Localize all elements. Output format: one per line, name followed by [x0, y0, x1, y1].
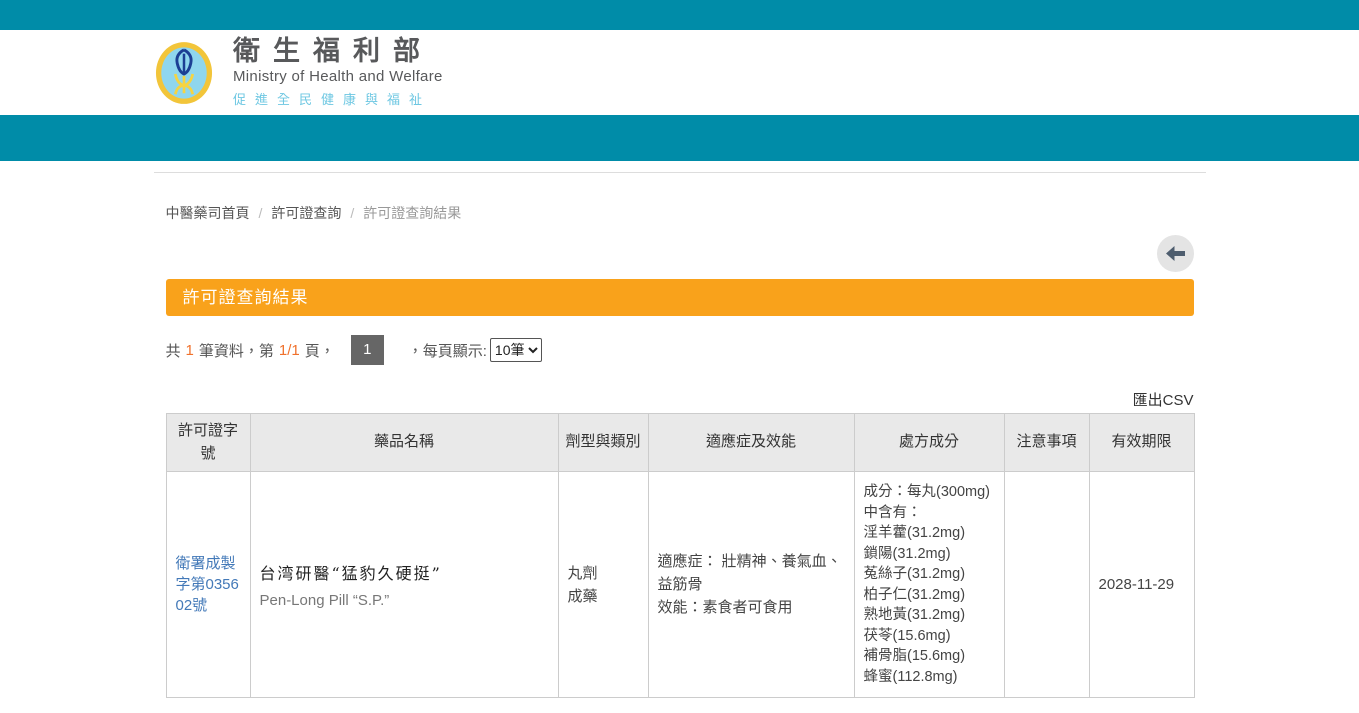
cell-dosage-type: 丸劑 成藥	[557, 471, 649, 698]
pagination-text: 筆資料，第	[198, 342, 274, 360]
csv-export-row: 匯出CSV	[166, 389, 1194, 410]
pagination-bar: 共 1 筆資料，第 1/1 頁， 1 ，每頁顯示: 10筆	[166, 335, 1194, 365]
breadcrumb-link-home[interactable]: 中醫藥司首頁	[166, 203, 250, 223]
breadcrumb-link-license-query[interactable]: 許可證查詢	[271, 203, 341, 223]
col-header-license: 許可證字號	[165, 413, 251, 472]
mohw-logo-icon	[155, 41, 213, 104]
col-header-ingredients: 處方成分	[853, 413, 1005, 472]
cell-notes	[1003, 471, 1090, 698]
results-table: 許可證字號 藥品名稱 劑型與類別 適應症及效能 處方成分 注意事項 有效期限 衛…	[165, 413, 1195, 698]
cell-drug-name: 台湾研醫“猛豹久硬挺” Pen-Long Pill “S.P.”	[249, 471, 559, 698]
breadcrumb-current: 許可證查詢結果	[363, 205, 462, 221]
site-title-en: Ministry of Health and Welfare	[233, 68, 443, 86]
breadcrumb-separator: /	[350, 205, 355, 221]
breadcrumb: 中醫藥司首頁 / 許可證查詢 / 許可證查詢結果	[166, 203, 1194, 223]
primary-nav-bar	[0, 115, 1359, 161]
col-header-expiry: 有效期限	[1088, 413, 1195, 472]
col-header-dosage-type: 劑型與類別	[557, 413, 649, 472]
back-arrow-icon	[1165, 246, 1185, 261]
top-accent-strip	[0, 0, 1359, 30]
page-title: 許可證查詢結果	[165, 279, 1194, 316]
per-page-select[interactable]: 10筆	[489, 338, 542, 362]
back-button[interactable]	[1156, 235, 1194, 272]
cell-indications: 適應症： 壯精神、養氣血、益筋骨 效能：素食者可食用	[647, 471, 855, 698]
drug-name-en: Pen-Long Pill “S.P.”	[259, 592, 390, 609]
main-content: 中醫藥司首頁 / 許可證查詢 / 許可證查詢結果 許可證查詢結果 共 1 筆資料…	[153, 172, 1206, 698]
site-title-zh: 衛生福利部	[233, 35, 433, 66]
col-header-notes: 注意事項	[1003, 413, 1090, 472]
table-row: 衛署成製字第035602號 台湾研醫“猛豹久硬挺” Pen-Long Pill …	[165, 471, 1195, 698]
pagination-page-1-button[interactable]: 1	[350, 335, 384, 365]
cell-ingredients: 成分：每丸(300mg) 中含有： 淫羊藿(31.2mg) 鎖陽(31.2mg)…	[853, 471, 1005, 698]
site-tagline: 促進全民健康與福祉	[233, 92, 432, 108]
license-number-link[interactable]: 衛署成製字第035602號	[176, 553, 241, 616]
site-header: 衛生福利部 Ministry of Health and Welfare 促進全…	[0, 30, 1359, 115]
col-header-drug-name: 藥品名稱	[249, 413, 559, 472]
cell-license: 衛署成製字第035602號	[165, 471, 251, 698]
per-page-label: ，每頁顯示:	[407, 342, 487, 360]
content-divider	[153, 172, 1206, 173]
cell-expiry-date: 2028-11-29	[1088, 471, 1195, 698]
pagination-page-ratio: 1/1	[278, 341, 300, 359]
pagination-text: 共	[165, 342, 181, 360]
breadcrumb-separator: /	[258, 205, 263, 221]
drug-name-zh: 台湾研醫“猛豹久硬挺”	[259, 564, 442, 583]
export-csv-link[interactable]: 匯出CSV	[1133, 392, 1194, 409]
pagination-text: 頁，	[304, 342, 335, 360]
pagination-total-count: 1	[185, 341, 194, 359]
col-header-indications: 適應症及效能	[647, 413, 855, 472]
table-header-row: 許可證字號 藥品名稱 劑型與類別 適應症及效能 處方成分 注意事項 有效期限	[165, 413, 1195, 472]
